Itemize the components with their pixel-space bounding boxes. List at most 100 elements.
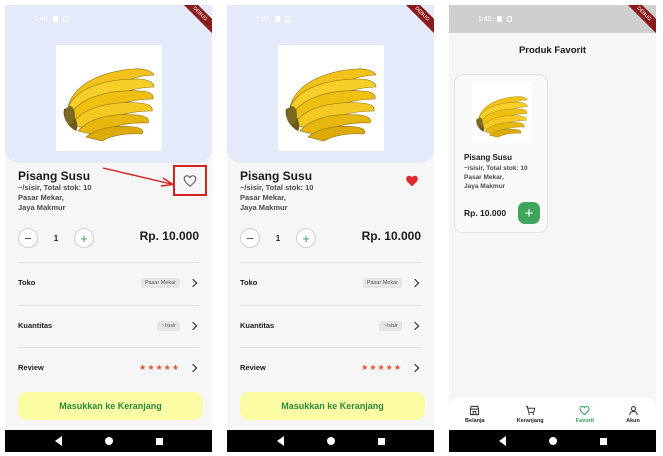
row-review[interactable]: Review ★★★★★ (240, 347, 421, 387)
product-image (55, 45, 162, 151)
status-time: 1:44 (34, 15, 48, 23)
toko-chip: Pasar Mekar (362, 277, 402, 288)
status-bar: 1:45 (227, 5, 434, 33)
back-icon[interactable] (498, 436, 506, 446)
sim-icon (274, 16, 280, 22)
heart-outline-icon (579, 405, 590, 415)
status-bar: 1:44 (5, 5, 212, 33)
recents-icon[interactable] (599, 437, 607, 445)
favorite-product-image (472, 83, 532, 143)
phone-screen-product-detail: 1:44 DEBUG Pisang Susu ~/sisir, Total st… (5, 5, 212, 452)
android-nav-bar (449, 430, 656, 452)
product-market: Pasar Mekar, (240, 193, 286, 202)
row-kuantitas-label: Kuantitas (18, 321, 53, 330)
favorite-product-card[interactable]: Pisang Susu ~/sisir, Total stok: 10 Pasa… (454, 74, 548, 233)
favorite-product-name: Pisang Susu (464, 153, 513, 162)
favorite-product-seller: Jaya Makmur (464, 183, 506, 190)
product-image (277, 45, 384, 151)
decrease-quantity-button[interactable]: − (240, 228, 260, 248)
product-stock: ~/sisir, Total stok: 10 (240, 183, 314, 192)
decrease-quantity-button[interactable]: − (18, 228, 38, 248)
quantity-stepper: − 1 + (240, 228, 316, 248)
add-to-cart-button[interactable]: Masukkan ke Keranjang (240, 392, 425, 420)
heart-outline-icon[interactable] (183, 174, 197, 188)
bottom-navigation: Belanja Keranjang Favorit Akun (449, 398, 656, 430)
status-bar: 1:45 (449, 5, 656, 33)
row-review[interactable]: Review ★★★★★ (18, 347, 199, 387)
status-time: 1:45 (478, 15, 492, 23)
back-icon[interactable] (276, 436, 284, 446)
row-toko[interactable]: Toko Pasar Mekar (18, 262, 199, 302)
banana-image (278, 45, 384, 151)
favorite-product-meta: ~/sisir, Total stok: 10 Pasar Mekar, Jay… (464, 164, 546, 191)
favorite-product-market: Pasar Mekar, (464, 174, 504, 181)
product-name: Pisang Susu (18, 169, 91, 183)
review-stars: ★★★★★ (361, 363, 402, 372)
product-seller: Jaya Makmur (18, 203, 66, 212)
product-market: Pasar Mekar, (18, 193, 64, 202)
page-title: Produk Favorit (518, 45, 587, 56)
kuantitas-chip: ~/sisir (157, 320, 180, 331)
home-icon[interactable] (548, 437, 557, 445)
product-price: Rp. 10.000 (361, 229, 421, 243)
toko-chip: Pasar Mekar (140, 277, 180, 288)
recents-icon[interactable] (377, 437, 385, 445)
chevron-right-icon (410, 278, 420, 287)
kuantitas-chip: ~/sisir (379, 320, 402, 331)
chevron-right-icon (188, 278, 198, 287)
row-kuantitas-label: Kuantitas (240, 321, 275, 330)
product-seller: Jaya Makmur (240, 203, 288, 212)
quantity-value: 1 (275, 233, 281, 243)
battery-icon (62, 16, 68, 22)
product-price: Rp. 10.000 (139, 229, 199, 243)
row-toko[interactable]: Toko Pasar Mekar (240, 262, 421, 302)
row-review-label: Review (240, 363, 266, 372)
nav-keranjang[interactable]: Keranjang (517, 405, 544, 424)
chevron-right-icon (410, 363, 420, 372)
back-icon[interactable] (54, 436, 62, 446)
home-icon[interactable] (326, 437, 335, 445)
banana-image (56, 45, 162, 151)
banana-image (472, 83, 532, 143)
row-kuantitas[interactable]: Kuantitas ~/sisir (18, 305, 199, 345)
quantity-value: 1 (53, 233, 59, 243)
screenshot-stage: 1:44 DEBUG Pisang Susu ~/sisir, Total st… (0, 0, 663, 456)
favorite-product-price: Rp. 10.000 (464, 208, 507, 218)
battery-icon (506, 16, 512, 22)
nav-belanja-label: Belanja (465, 417, 485, 424)
increase-quantity-button[interactable]: + (296, 228, 316, 248)
nav-akun-label: Akun (626, 417, 640, 424)
quantity-stepper: − 1 + (18, 228, 94, 248)
android-nav-bar (5, 430, 212, 452)
row-toko-label: Toko (18, 278, 36, 287)
sim-icon (496, 16, 502, 22)
cart-icon (525, 405, 535, 415)
add-to-cart-button[interactable]: Masukkan ke Keranjang (18, 392, 203, 420)
product-meta: ~/sisir, Total stok: 10 Pasar Mekar, Jay… (240, 183, 350, 213)
sim-icon (52, 16, 58, 22)
chevron-right-icon (188, 321, 198, 330)
chevron-right-icon (188, 363, 198, 372)
row-toko-label: Toko (240, 278, 258, 287)
nav-keranjang-label: Keranjang (516, 417, 544, 424)
nav-akun[interactable]: Akun (626, 405, 640, 424)
phone-screen-favorites: 1:45 DEBUG Produk Favorit Pisang Susu ~/… (449, 5, 656, 452)
row-kuantitas[interactable]: Kuantitas ~/sisir (240, 305, 421, 345)
favorite-product-stock: ~/sisir, Total stok: 10 (464, 165, 528, 172)
row-review-label: Review (18, 363, 44, 372)
recents-icon[interactable] (155, 437, 163, 445)
heart-filled-icon[interactable] (405, 174, 419, 188)
nav-belanja[interactable]: Belanja (465, 405, 485, 424)
status-time: 1:45 (256, 15, 270, 23)
increase-quantity-button[interactable]: + (74, 228, 94, 248)
nav-favorit[interactable]: Favorit (576, 405, 594, 424)
review-stars: ★★★★★ (139, 363, 180, 372)
android-nav-bar (227, 430, 434, 452)
nav-favorit-label: Favorit (575, 417, 595, 424)
home-icon[interactable] (104, 437, 113, 445)
phone-screen-product-favorited: 1:45 DEBUG Pisang Susu ~/sisir, Total st… (227, 5, 434, 452)
annotation-arrow (102, 167, 175, 187)
add-to-cart-plus-button[interactable]: + (518, 202, 540, 224)
battery-icon (284, 16, 290, 22)
product-name: Pisang Susu (240, 169, 313, 183)
